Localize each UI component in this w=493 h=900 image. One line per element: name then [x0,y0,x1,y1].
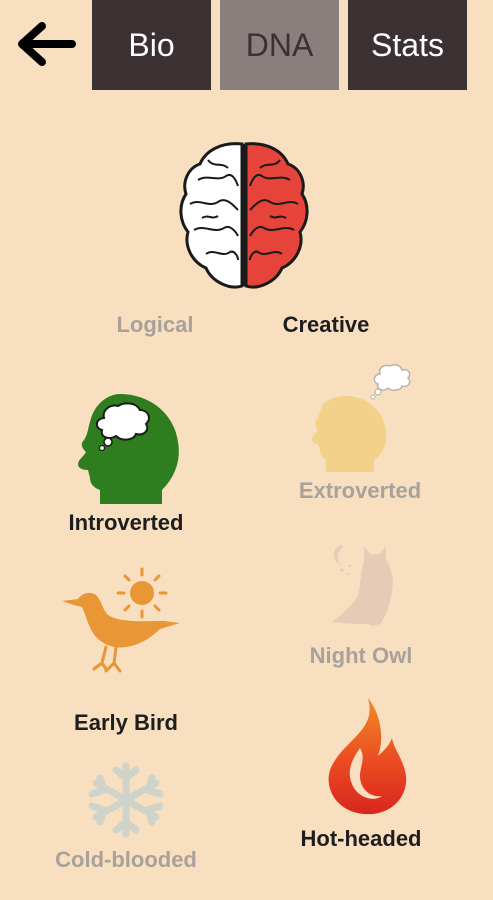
tab-dna[interactable]: DNA [220,0,339,90]
top-nav: Bio DNA Stats [0,0,493,100]
bird-sun-icon [60,565,185,680]
snowflake-icon [84,762,168,838]
trait-extroverted[interactable]: Extroverted [299,478,421,504]
back-button[interactable] [14,18,80,70]
trait-night-owl[interactable]: Night Owl [310,643,413,669]
head-thought-icon [70,390,185,505]
trait-creative[interactable]: Creative [283,312,370,338]
head-thought-faded-icon [310,362,420,474]
trait-hot-headed[interactable]: Hot-headed [301,826,422,852]
brain-icon [178,140,310,290]
owl-moon-icon [328,540,398,628]
trait-early-bird[interactable]: Early Bird [74,710,178,736]
trait-logical[interactable]: Logical [116,312,193,338]
tab-stats[interactable]: Stats [348,0,467,90]
left-arrow-icon [18,22,76,66]
tab-bio[interactable]: Bio [92,0,211,90]
trait-introverted[interactable]: Introverted [69,510,184,536]
flame-icon [320,696,410,816]
trait-cold-blooded[interactable]: Cold-blooded [55,847,197,873]
